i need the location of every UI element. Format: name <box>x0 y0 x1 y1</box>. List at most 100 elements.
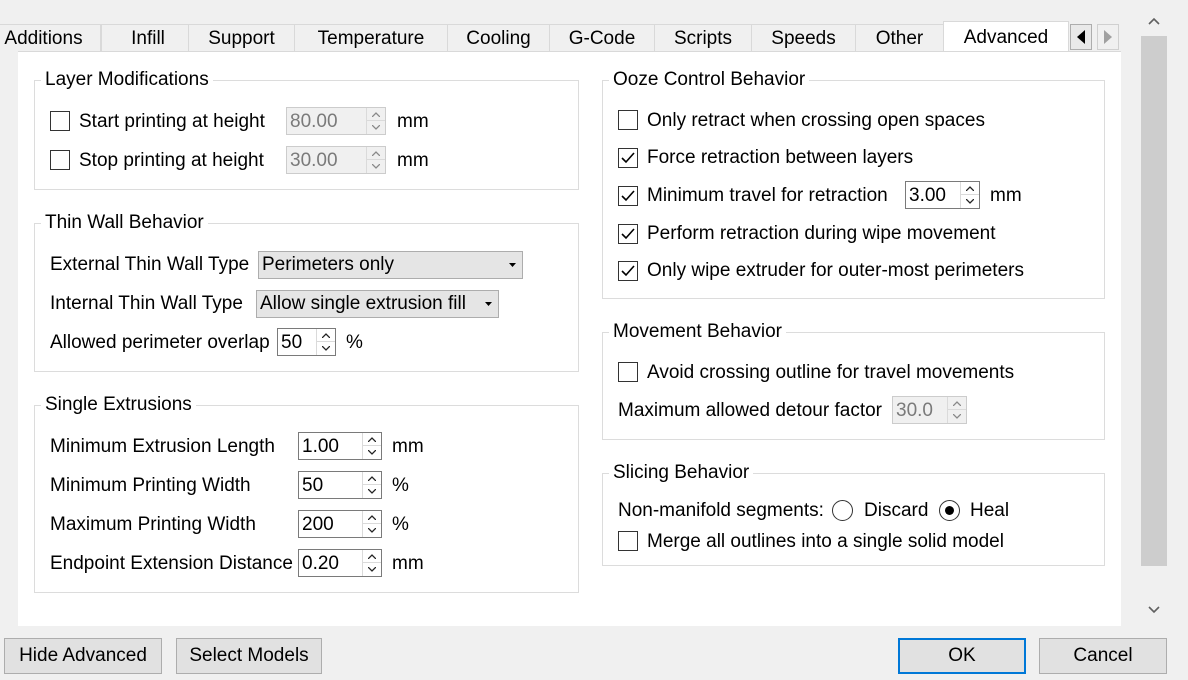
tab-advanced[interactable]: Advanced <box>943 21 1069 51</box>
retract-open-spaces-checkbox[interactable] <box>618 110 638 130</box>
spin-up-button[interactable] <box>363 433 381 446</box>
chevron-down-icon <box>966 199 974 204</box>
scroll-up-button[interactable] <box>1139 6 1169 36</box>
scroll-thumb[interactable] <box>1141 36 1167 566</box>
scroll-down-button[interactable] <box>1139 595 1169 625</box>
spinbox-value: 50 <box>281 332 303 353</box>
tab-support[interactable]: Support <box>188 24 295 51</box>
tab-label: Additions <box>4 28 83 49</box>
spin-up-button[interactable] <box>363 472 381 485</box>
spinbox-value: 0.20 <box>302 553 339 574</box>
spin-up-button[interactable] <box>948 397 966 410</box>
unit-label: mm <box>397 111 429 132</box>
avoid-crossing-checkbox[interactable] <box>618 362 638 382</box>
tab-scroll-left-button[interactable] <box>1070 24 1092 50</box>
spinbox-value: 50 <box>302 475 324 496</box>
spin-up-button[interactable] <box>961 182 979 195</box>
start-printing-checkbox[interactable] <box>50 111 70 131</box>
spin-down-button[interactable] <box>367 160 385 173</box>
unit-label: % <box>392 514 409 535</box>
tab-additions[interactable]: Additions <box>0 24 101 51</box>
spinbox-value: 1.00 <box>302 436 339 457</box>
detour-factor-spinbox[interactable]: 30.0 <box>892 396 967 424</box>
spin-down-button[interactable] <box>363 524 381 537</box>
tab-cooling[interactable]: Cooling <box>447 24 550 51</box>
external-thin-wall-select[interactable]: Perimeters only <box>258 251 523 279</box>
select-models-button[interactable]: Select Models <box>176 638 322 674</box>
unit-label: % <box>346 332 363 353</box>
internal-thin-wall-select[interactable]: Allow single extrusion fill <box>256 290 499 318</box>
tab-label: Cooling <box>466 28 531 49</box>
spin-down-button[interactable] <box>948 410 966 423</box>
spin-up-button[interactable] <box>367 108 385 121</box>
spin-down-button[interactable] <box>363 485 381 498</box>
chevron-down-icon <box>953 414 961 419</box>
triangle-left-icon <box>1077 30 1085 44</box>
group-title: Thin Wall Behavior <box>41 212 208 234</box>
min-extrusion-length-spinbox[interactable]: 1.00 <box>298 432 382 460</box>
retract-open-spaces-label: Only retract when crossing open spaces <box>647 110 985 131</box>
start-height-spinbox[interactable]: 80.00 <box>286 107 386 135</box>
group-title: Layer Modifications <box>41 69 213 91</box>
tab-other[interactable]: Other <box>855 24 944 51</box>
detour-factor-label: Maximum allowed detour factor <box>618 400 882 421</box>
min-travel-spinbox[interactable]: 3.00 <box>905 181 980 209</box>
group-title: Ooze Control Behavior <box>609 69 810 91</box>
stop-height-spinbox[interactable]: 30.00 <box>286 146 386 174</box>
tab-gcode[interactable]: G-Code <box>549 24 655 51</box>
spin-up-button[interactable] <box>363 511 381 524</box>
stop-printing-checkbox[interactable] <box>50 150 70 170</box>
tab-label: Other <box>875 28 924 49</box>
spin-down-button[interactable] <box>363 446 381 459</box>
cancel-button[interactable]: Cancel <box>1039 638 1167 674</box>
spin-down-button[interactable] <box>367 121 385 134</box>
external-thin-wall-label: External Thin Wall Type <box>50 254 250 275</box>
chevron-up-icon <box>322 332 330 338</box>
tab-temperature[interactable]: Temperature <box>294 24 448 51</box>
spinbox-value: 30.0 <box>896 400 933 421</box>
chevron-up-icon <box>368 553 376 559</box>
min-travel-checkbox[interactable] <box>618 186 638 206</box>
merge-outlines-label: Merge all outlines into a single solid m… <box>647 531 1004 552</box>
wipe-retraction-checkbox[interactable] <box>618 224 638 244</box>
tab-label: Support <box>208 28 275 49</box>
unit-label: mm <box>392 436 424 457</box>
select-value: Allow single extrusion fill <box>260 293 466 314</box>
start-printing-label: Start printing at height <box>79 111 265 132</box>
tab-label: Scripts <box>673 28 733 49</box>
spin-up-button[interactable] <box>317 329 335 342</box>
spin-down-button[interactable] <box>317 342 335 355</box>
force-retraction-checkbox[interactable] <box>618 148 638 168</box>
perimeter-overlap-spinbox[interactable]: 50 <box>277 328 336 356</box>
wipe-outer-checkbox[interactable] <box>618 261 638 281</box>
chevron-up-icon <box>953 400 961 406</box>
spin-down-button[interactable] <box>961 195 979 208</box>
discard-radio[interactable] <box>832 500 853 521</box>
tab-scripts[interactable]: Scripts <box>654 24 752 51</box>
tab-infill[interactable]: Infill <box>101 24 195 51</box>
tab-speeds[interactable]: Speeds <box>751 24 856 51</box>
tab-scroll-right-button[interactable] <box>1097 24 1119 50</box>
merge-outlines-checkbox[interactable] <box>618 531 638 551</box>
tab-bar: Additions Infill Support Temperature Coo… <box>0 0 1127 51</box>
heal-radio[interactable] <box>939 500 960 521</box>
checkmark-icon <box>621 152 635 164</box>
perimeter-overlap-label: Allowed perimeter overlap <box>50 332 270 353</box>
min-printing-width-spinbox[interactable]: 50 <box>298 471 382 499</box>
vertical-scrollbar[interactable] <box>1139 0 1169 626</box>
spin-down-button[interactable] <box>363 563 381 576</box>
tab-label: Infill <box>131 28 165 49</box>
ok-button[interactable]: OK <box>898 638 1026 674</box>
max-printing-width-spinbox[interactable]: 200 <box>298 510 382 538</box>
stop-printing-label: Stop printing at height <box>79 150 264 171</box>
group-title: Slicing Behavior <box>609 462 754 484</box>
non-manifold-label: Non-manifold segments: <box>618 500 824 521</box>
group-title: Movement Behavior <box>609 321 786 343</box>
spin-up-button[interactable] <box>367 147 385 160</box>
endpoint-extension-label: Endpoint Extension Distance <box>50 553 293 574</box>
hide-advanced-button[interactable]: Hide Advanced <box>4 638 162 674</box>
checkmark-icon <box>621 190 635 202</box>
spin-up-button[interactable] <box>363 550 381 563</box>
endpoint-extension-spinbox[interactable]: 0.20 <box>298 549 382 577</box>
spinbox-value: 3.00 <box>909 185 946 206</box>
